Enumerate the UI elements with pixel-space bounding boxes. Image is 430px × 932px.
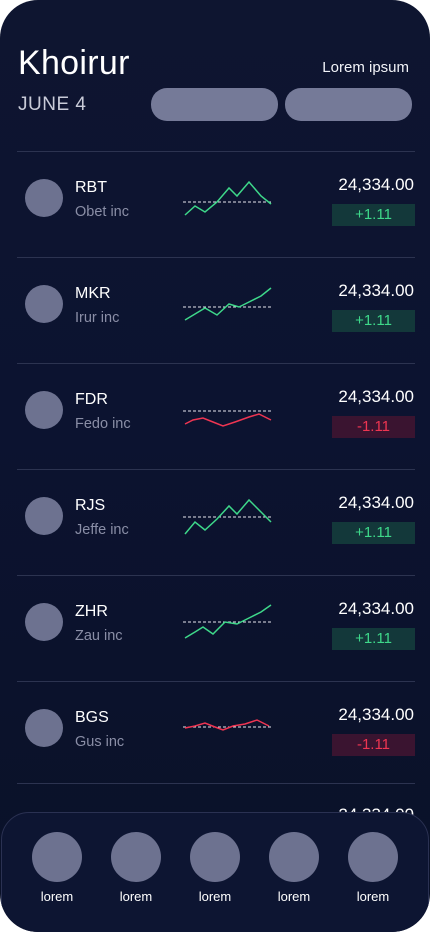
stock-symbol: RJS [75, 497, 106, 514]
stock-price: 24,334.00 [338, 493, 414, 512]
bottom-nav: lorem lorem lorem lorem lorem [1, 812, 429, 932]
stock-logo [25, 603, 63, 641]
nav-icon [32, 832, 82, 882]
stock-logo [25, 391, 63, 429]
nav-label: lorem [277, 889, 311, 904]
stock-logo [25, 709, 63, 747]
company-name: Gus inc [75, 734, 125, 750]
change-badge: +1.11 [332, 204, 415, 226]
stock-symbol: FDR [75, 391, 108, 408]
sparkline-chart [183, 287, 272, 321]
header-link[interactable]: Lorem ipsum [322, 59, 409, 76]
change-badge: +1.11 [332, 628, 415, 650]
stock-screen: Khoirur JUNE 4 Lorem ipsum RBT Obet inc … [0, 0, 430, 932]
nav-item-4[interactable]: lorem [264, 832, 324, 912]
stock-price: 24,334.00 [338, 175, 414, 194]
change-badge: -1.11 [332, 416, 415, 438]
stock-symbol: MKR [75, 285, 111, 302]
nav-item-1[interactable]: lorem [27, 832, 87, 912]
sparkline-chart [183, 604, 272, 639]
nav-icon [269, 832, 319, 882]
nav-item-2[interactable]: lorem [106, 832, 166, 912]
nav-item-5[interactable]: lorem [343, 832, 403, 912]
stock-logo [25, 285, 63, 323]
company-name: Jeffe inc [75, 522, 129, 538]
date-label: JUNE 4 [18, 94, 87, 115]
sparkline-chart [183, 410, 272, 427]
nav-icon [348, 832, 398, 882]
nav-label: lorem [356, 889, 390, 904]
sparkline-chart [183, 180, 272, 216]
nav-icon [111, 832, 161, 882]
stock-row[interactable]: MKR Irur inc 24,334.00 +1.11 [0, 258, 430, 364]
stock-row[interactable]: BGS Gus inc 24,334.00 -1.11 [0, 682, 430, 788]
sparkline-chart [183, 719, 271, 731]
stock-symbol: RBT [75, 179, 107, 196]
stock-logo [25, 497, 63, 535]
sparkline-chart [183, 498, 272, 535]
filter-pill-2[interactable] [285, 88, 412, 121]
stock-price: 24,334.00 [338, 705, 414, 724]
company-name: Fedo inc [75, 416, 131, 432]
nav-label: lorem [198, 889, 232, 904]
company-name: Zau inc [75, 628, 123, 644]
page-title: Khoirur [18, 44, 130, 82]
stock-price: 24,334.00 [338, 387, 414, 406]
divider [17, 783, 415, 784]
stock-row[interactable]: FDR Fedo inc 24,334.00 -1.11 [0, 364, 430, 470]
stock-row[interactable]: RJS Jeffe inc 24,334.00 +1.11 [0, 470, 430, 576]
filter-pill-1[interactable] [151, 88, 278, 121]
stock-symbol: ZHR [75, 603, 108, 620]
change-badge: +1.11 [332, 522, 415, 544]
change-badge: +1.11 [332, 310, 415, 332]
company-name: Obet inc [75, 204, 129, 220]
company-name: Irur inc [75, 310, 120, 326]
stock-price: 24,334.00 [338, 599, 414, 618]
stock-row[interactable]: RBT Obet inc 24,334.00 +1.11 [0, 152, 430, 258]
stock-price: 24,334.00 [338, 281, 414, 300]
stock-row[interactable]: ZHR Zau inc 24,334.00 +1.11 [0, 576, 430, 682]
change-badge: -1.11 [332, 734, 415, 756]
nav-item-3[interactable]: lorem [185, 832, 245, 912]
nav-label: lorem [119, 889, 153, 904]
stock-symbol: BGS [75, 709, 109, 726]
nav-label: lorem [40, 889, 74, 904]
nav-icon [190, 832, 240, 882]
stock-logo [25, 179, 63, 217]
